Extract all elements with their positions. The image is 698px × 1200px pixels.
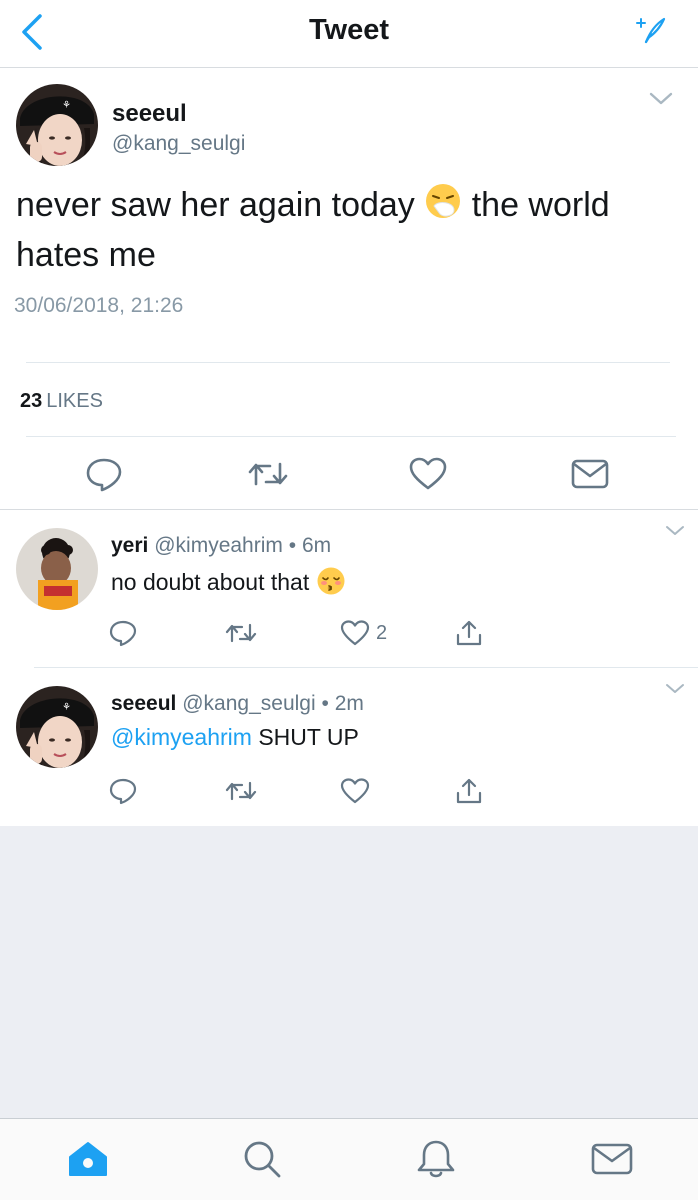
- likes-label: LIKES: [46, 390, 103, 412]
- search-icon[interactable]: [240, 1137, 284, 1181]
- reply-header: seeeul @kang_seulgi • 2m: [111, 692, 364, 716]
- reply-icon[interactable]: [108, 618, 138, 648]
- sneezing-face-emoji-icon: [424, 182, 462, 232]
- share-icon[interactable]: [454, 618, 484, 648]
- reply-icon[interactable]: [84, 456, 124, 492]
- like-heart-icon[interactable]: [340, 776, 370, 806]
- retweet-icon[interactable]: [224, 618, 258, 648]
- likes-summary[interactable]: 23 LIKES: [20, 390, 103, 413]
- reply-handle[interactable]: @kimyeahrim: [154, 534, 283, 557]
- reply-display-name[interactable]: yeri: [111, 534, 148, 557]
- reply-text: @kimyeahrim SHUT UP: [111, 724, 359, 751]
- retweet-icon[interactable]: [224, 776, 258, 806]
- like-heart-icon: [340, 620, 370, 646]
- reply-header: yeri @kimyeahrim • 6m: [111, 534, 331, 558]
- author-display-name[interactable]: seeeul: [112, 100, 187, 128]
- reply-text-content: SHUT UP: [258, 724, 359, 750]
- notifications-bell-icon[interactable]: [414, 1137, 458, 1181]
- like-heart-icon[interactable]: [408, 456, 448, 492]
- main-tweet: ⚘ seeeul @kang_seulgi never saw her agai…: [0, 68, 698, 510]
- likes-count: 23: [20, 390, 43, 412]
- share-icon[interactable]: [454, 776, 484, 806]
- author-handle[interactable]: @kang_seulgi: [112, 132, 245, 156]
- reply-text-content: no doubt about that: [111, 569, 310, 596]
- tweet-text-part1: never saw her again today: [16, 186, 415, 224]
- empty-area: [0, 826, 698, 1118]
- chevron-down-icon[interactable]: [664, 682, 686, 696]
- chevron-down-icon[interactable]: [648, 90, 674, 108]
- avatar[interactable]: ⚘: [16, 686, 98, 768]
- direct-message-envelope-icon[interactable]: [570, 456, 610, 492]
- reply-icon[interactable]: [108, 776, 138, 806]
- retweet-icon[interactable]: [246, 456, 288, 492]
- reply-display-name[interactable]: seeeul: [111, 692, 176, 715]
- tweet-text: never saw her again today the world hate…: [16, 182, 676, 278]
- divider: [26, 362, 670, 363]
- reply-handle[interactable]: @kang_seulgi: [182, 692, 315, 715]
- bottom-tab-bar: [0, 1118, 698, 1200]
- reply-text: no doubt about that: [111, 566, 346, 602]
- separator-dot: •: [288, 534, 297, 557]
- kissing-closed-eyes-emoji-icon: [316, 566, 346, 602]
- reply-time: 6m: [301, 534, 332, 557]
- svg-text:⚘: ⚘: [62, 702, 71, 713]
- mention-link[interactable]: @kimyeahrim: [111, 724, 252, 750]
- tweet-timestamp: 30/06/2018, 21:26: [14, 294, 184, 317]
- reply-time: 2m: [334, 692, 364, 715]
- reply-tweet[interactable]: ⚘ seeeul @kang_seulgi • 2m @kimyeahrim S…: [0, 668, 698, 826]
- separator-dot: •: [321, 692, 329, 715]
- avatar[interactable]: ⚘: [16, 84, 98, 166]
- divider: [26, 436, 676, 437]
- like-button[interactable]: 2: [340, 618, 387, 648]
- like-count: 2: [376, 621, 388, 644]
- chevron-down-icon[interactable]: [664, 524, 686, 538]
- compose-sparkle-icon[interactable]: [632, 14, 672, 46]
- reply-tweet[interactable]: yeri @kimyeahrim • 6m no doubt about tha…: [0, 510, 698, 668]
- page-title: Tweet: [308, 14, 390, 46]
- messages-envelope-icon[interactable]: [590, 1137, 634, 1181]
- top-nav-bar: Tweet: [0, 0, 698, 68]
- home-icon[interactable]: [66, 1137, 110, 1181]
- svg-text:⚘: ⚘: [62, 100, 71, 111]
- avatar[interactable]: [16, 528, 98, 610]
